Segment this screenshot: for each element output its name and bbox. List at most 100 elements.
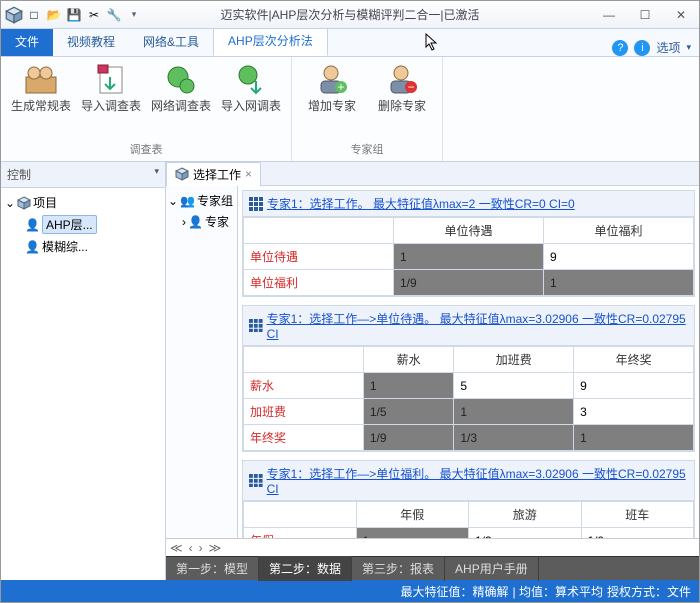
options-dropdown-icon[interactable]: ▾ [686,42,691,53]
btn-import-survey[interactable]: 导入调查表 [79,61,143,139]
bottom-tabs: 第一步：模型 第二步：数据 第三步：报表 AHP用户手册 [166,556,699,580]
cell[interactable]: 1/3 [469,528,582,539]
row-header: 加班费 [244,399,364,425]
col-header: 薪水 [363,347,453,373]
person-icon: 👤 [25,240,40,254]
close-button[interactable]: ✕ [667,8,695,22]
cell[interactable]: 1 [454,399,574,425]
qat-cut[interactable]: ✂ [85,6,103,24]
matrix-table-3[interactable]: 年假旅游班车 年假11/31/9 [243,501,694,538]
project-tree[interactable]: ⌄项目 👤AHP层... 👤模糊综... [1,188,165,580]
qat-new[interactable]: □ [25,6,43,24]
quick-access-toolbar: □ 📂 💾 ✂ 🔧 ▾ [5,6,143,24]
expert-tree-child[interactable]: ›👤专家 [168,211,235,232]
btn-remove-expert[interactable]: −删除专家 [370,61,434,139]
cell[interactable]: 1 [356,528,469,539]
matrix-block-1: 专家1：选择工作。 最大特征值λmax=2 一致性CR=0 CI=0 单位待遇单… [242,190,695,297]
matrix-block-3: 专家1：选择工作—>单位福利。 最大特征值λmax=3.02906 一致性CR=… [242,460,695,538]
tab-ahp[interactable]: AHP层次分析法 [213,25,328,56]
cell[interactable]: 3 [574,399,694,425]
document-tab-label: 选择工作 [193,166,241,183]
cell[interactable]: 1 [574,425,694,451]
pager-prev-icon[interactable]: ‹ [189,541,193,555]
col-header: 加班费 [454,347,574,373]
qat-tools[interactable]: 🔧 [105,6,123,24]
btn-import-net-survey[interactable]: 导入网调表 [219,61,283,139]
cell[interactable]: 1 [394,244,544,270]
person-icon: 👤 [188,215,203,229]
matrix-table-2[interactable]: 薪水加班费年终奖 薪水159 加班费1/513 年终奖1/91/31 [243,346,694,451]
ribbon-group-survey: 生成常规表 导入调查表 网络调查表 导入网调表 调查表 [1,57,292,161]
tree-ahp[interactable]: 👤AHP层... [5,213,161,236]
qat-open[interactable]: 📂 [45,6,63,24]
ribbon-body: 生成常规表 导入调查表 网络调查表 导入网调表 调查表 +增加专家 −删除专家 … [1,57,699,162]
row-header: 单位待遇 [244,244,394,270]
title-bar: □ 📂 💾 ✂ 🔧 ▾ 迈实软件|AHP层次分析与模糊评判二合一|已激活 — ☐… [1,1,699,29]
pager-last-icon[interactable]: ≫ [209,541,222,555]
minimize-button[interactable]: — [595,8,623,22]
cell[interactable]: 1 [544,270,694,296]
maximize-button[interactable]: ☐ [631,8,659,22]
cell[interactable]: 9 [574,373,694,399]
matrix-table-1[interactable]: 单位待遇单位福利 单位待遇19 单位福利1/91 [243,217,694,296]
btn-add-expert[interactable]: +增加专家 [300,61,364,139]
cell[interactable]: 1 [363,373,453,399]
group-icon: 👥 [180,194,195,208]
grid-icon [249,197,263,211]
status-auth: 授权方式：文件 [607,583,691,600]
cell[interactable]: 1/3 [454,425,574,451]
grid-icon [249,474,263,488]
tree-fuzzy[interactable]: 👤模糊综... [5,236,161,257]
tab-net[interactable]: 网络&工具 [129,27,213,56]
cell[interactable]: 1/9 [394,270,544,296]
btab-model[interactable]: 第一步：模型 [166,556,259,581]
ribbon-group-survey-label: 调查表 [9,139,283,159]
qat-dropdown-icon[interactable]: ▾ [125,6,143,24]
expand-icon[interactable]: › [182,215,186,229]
document-tab[interactable]: 选择工作 × [166,162,261,186]
pager-first-icon[interactable]: ≪ [170,541,183,555]
help-icon[interactable]: ? [612,40,628,56]
cell[interactable]: 1/9 [363,425,453,451]
svg-text:−: − [407,80,414,94]
tab-file[interactable]: 文件 [1,27,53,56]
col-header: 年终奖 [574,347,694,373]
row-header: 年假 [244,528,357,539]
block2-title[interactable]: 专家1：选择工作—>单位待遇。 最大特征值λmax=3.02906 一致性CR=… [267,310,688,341]
expert-tree[interactable]: ⌄👥专家组 ›👤专家 [166,186,238,538]
import-net-survey-icon [234,63,268,97]
ribbon-group-experts-label: 专家组 [300,139,434,159]
cell[interactable]: 9 [544,244,694,270]
tab-video[interactable]: 视频教程 [53,27,129,56]
btab-data[interactable]: 第二步：数据 [259,556,352,581]
cell[interactable]: 1/5 [363,399,453,425]
ribbon-group-experts: +增加专家 −删除专家 专家组 [292,57,443,161]
cursor-icon [425,33,441,53]
matrix-block-2: 专家1：选择工作—>单位待遇。 最大特征值λmax=3.02906 一致性CR=… [242,305,695,452]
tree-root[interactable]: ⌄项目 [5,192,161,213]
btab-report[interactable]: 第三步：报表 [352,556,445,581]
block3-title[interactable]: 专家1：选择工作—>单位福利。 最大特征值λmax=3.02906 一致性CR=… [267,465,688,496]
options-label[interactable]: 选项 [656,39,680,56]
info-icon[interactable]: i [634,40,650,56]
status-mean: | 均值：算术平均 [513,583,603,600]
remove-expert-icon: − [385,63,419,97]
btn-net-survey[interactable]: 网络调查表 [149,61,213,139]
pager-next-icon[interactable]: › [199,541,203,555]
expert-tree-root[interactable]: ⌄👥专家组 [168,190,235,211]
btab-manual[interactable]: AHP用户手册 [445,556,539,581]
expand-icon[interactable]: ⌄ [5,196,15,210]
expand-icon[interactable]: ⌄ [168,194,178,208]
workspace: 控制▾ ⌄项目 👤AHP层... 👤模糊综... 选择工作 × ⌄👥专家组 ›👤… [1,162,699,580]
document-tab-close[interactable]: × [245,167,252,181]
app-icon [5,6,23,24]
col-header: 单位待遇 [394,218,544,244]
cell[interactable]: 5 [454,373,574,399]
cell[interactable]: 1/9 [581,528,694,539]
import-survey-icon [94,63,128,97]
block1-title[interactable]: 专家1：选择工作。 最大特征值λmax=2 一致性CR=0 CI=0 [267,195,575,212]
btn-generate-table[interactable]: 生成常规表 [9,61,73,139]
qat-save[interactable]: 💾 [65,6,83,24]
content-area[interactable]: 专家1：选择工作。 最大特征值λmax=2 一致性CR=0 CI=0 单位待遇单… [238,186,699,538]
add-expert-icon: + [315,63,349,97]
